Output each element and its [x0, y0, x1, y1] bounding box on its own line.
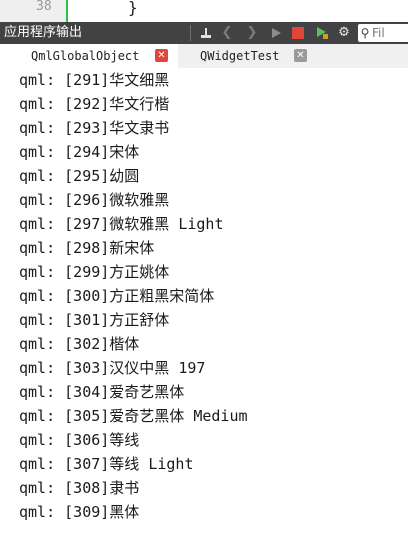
chevron-right-icon[interactable]: ❯	[244, 24, 260, 42]
tab-qmlglobalobject[interactable]: QmlGlobalObject ✕	[0, 44, 178, 68]
application-output-area: qml: [291]华文细黑 qml: [292]华文行楷 qml: [293]…	[0, 68, 408, 538]
output-line: qml: [300]方正粗黑宋简体	[19, 287, 215, 305]
output-line: qml: [301]方正舒体	[19, 311, 170, 329]
output-line: qml: [304]爱奇艺黑体	[19, 383, 185, 401]
tab-label: QmlGlobalObject	[31, 49, 140, 63]
output-line: qml: [306]等线	[19, 431, 140, 449]
line-number-gutter: 38	[0, 0, 66, 22]
code-editor-strip: 38 }	[0, 0, 408, 22]
filter-placeholder: Fil	[372, 26, 385, 40]
output-line: qml: [296]微软雅黑	[19, 191, 170, 209]
output-line: qml: [308]隶书	[19, 479, 140, 497]
line-number: 38	[36, 0, 52, 14]
close-icon[interactable]: ✕	[294, 49, 307, 62]
output-line: qml: [307]等线 Light	[19, 455, 194, 473]
output-line: qml: [303]汉仪中黑 197	[19, 359, 206, 377]
modified-line-marker	[66, 0, 68, 22]
toolbar-separator	[190, 25, 191, 41]
output-line: qml: [291]华文细黑	[19, 71, 170, 89]
tab-label: QWidgetTest	[200, 49, 280, 63]
output-line: qml: [298]新宋体	[19, 239, 155, 257]
chevron-left-icon[interactable]: ❮	[219, 24, 235, 42]
clean-output-icon[interactable]	[197, 24, 215, 42]
output-line: qml: [297]微软雅黑 Light	[19, 215, 224, 233]
run-icon[interactable]	[268, 24, 284, 42]
search-icon: ⚲	[360, 26, 370, 40]
output-line: qml: [309]黑体	[19, 503, 140, 521]
pane-title: 应用程序输出	[4, 25, 83, 40]
output-line: qml: [302]楷体	[19, 335, 140, 353]
close-icon[interactable]: ✕	[155, 49, 168, 62]
output-line: qml: [292]华文行楷	[19, 95, 170, 113]
gear-icon[interactable]: ⚙	[336, 24, 352, 42]
filter-input[interactable]: ⚲ Fil	[358, 24, 408, 42]
stop-icon[interactable]	[290, 24, 306, 42]
output-tab-bar: QmlGlobalObject ✕ QWidgetTest ✕	[0, 44, 408, 69]
output-line: qml: [293]华文隶书	[19, 119, 170, 137]
output-line: qml: [299]方正姚体	[19, 263, 170, 281]
output-line: qml: [295]幼圆	[19, 167, 140, 185]
tab-qwidgettest[interactable]: QWidgetTest ✕	[192, 44, 318, 68]
output-line: qml: [294]宋体	[19, 143, 140, 161]
code-line: }	[128, 0, 138, 17]
application-output-toolbar: 应用程序输出 ❮ ❯ ⚙ ⚲ Fil	[0, 22, 408, 44]
attach-debugger-icon[interactable]	[314, 24, 330, 42]
output-line: qml: [305]爱奇艺黑体 Medium	[19, 407, 248, 425]
